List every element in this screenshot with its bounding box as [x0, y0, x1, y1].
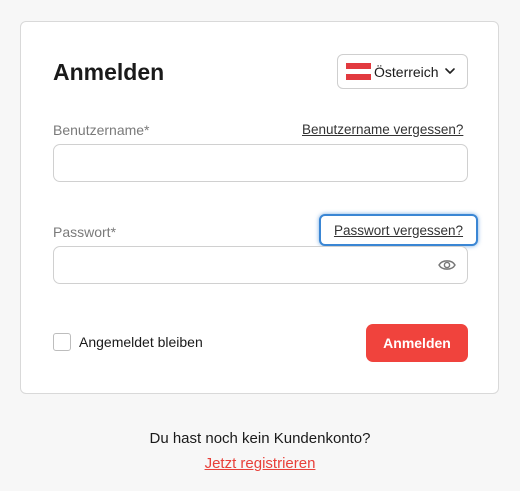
login-button[interactable]: Anmelden — [366, 324, 468, 362]
page-title: Anmelden — [53, 59, 165, 85]
forgot-password-link[interactable]: Passwort vergessen? — [319, 214, 478, 246]
username-field[interactable] — [53, 144, 468, 182]
register-link[interactable]: Jetzt registrieren — [205, 455, 316, 472]
username-label: Benutzername* — [53, 122, 150, 138]
password-label: Passwort* — [53, 224, 117, 240]
remember-me-checkbox[interactable] — [53, 333, 71, 351]
country-label: Österreich — [374, 63, 439, 80]
remember-me-label: Angemeldet bleiben — [79, 334, 203, 350]
forgot-username-link[interactable]: Benutzername vergessen? — [302, 122, 463, 137]
country-selector[interactable]: Österreich — [337, 54, 468, 89]
password-field[interactable] — [53, 246, 468, 284]
login-card: Anmelden Österreich Benutzername* Benutz… — [20, 21, 499, 394]
austria-flag-icon — [346, 63, 371, 81]
no-account-text: Du hast noch kein Kundenkonto? — [149, 430, 371, 447]
chevron-down-icon — [445, 68, 455, 74]
eye-icon[interactable] — [438, 257, 456, 273]
register-container: Jetzt registrieren — [0, 455, 520, 472]
